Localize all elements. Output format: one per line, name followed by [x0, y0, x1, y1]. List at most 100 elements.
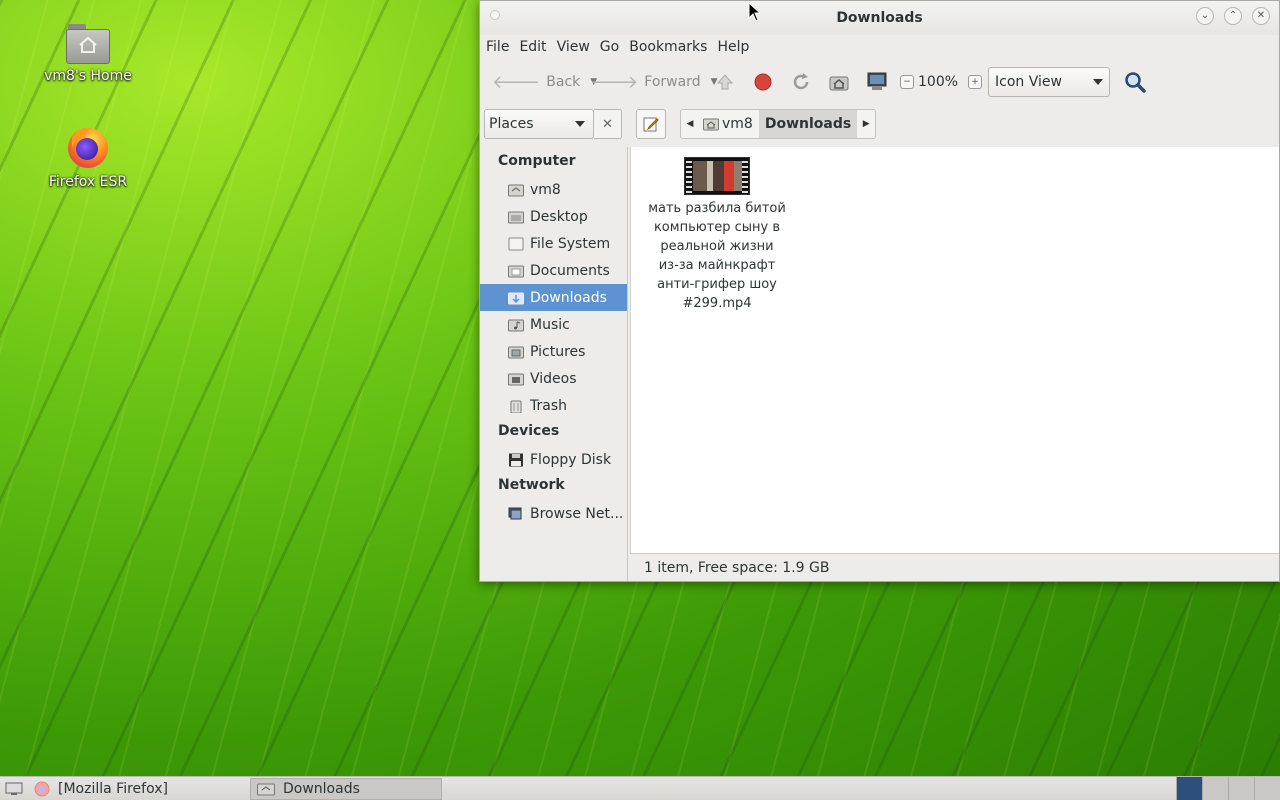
sidebar-item-label: File System — [530, 235, 611, 252]
stop-button[interactable] — [748, 66, 778, 98]
reload-button[interactable] — [786, 66, 816, 98]
sidebar-item-vm8[interactable]: vm8 — [480, 176, 627, 203]
sidebar-item-file-system[interactable]: File System — [480, 230, 627, 257]
task-label: Downloads — [283, 780, 360, 797]
sidebar-item-music[interactable]: Music — [480, 311, 627, 338]
task-label: [Mozilla Firefox] — [58, 780, 168, 797]
file-item[interactable]: мать разбила битой компьютер сыну в реал… — [643, 157, 791, 313]
up-button[interactable] — [710, 66, 740, 98]
zoom-level: 100% — [918, 74, 959, 90]
sidebar-item-label: Music — [530, 316, 570, 333]
workspace-3[interactable] — [1228, 777, 1254, 800]
sidebar-heading-network: Network — [498, 477, 565, 493]
sidebar-item-browse-network[interactable]: Browse Net... — [480, 500, 627, 527]
floppy-disk-icon — [509, 453, 523, 466]
chevron-down-icon — [1093, 79, 1104, 85]
sidebar-item-label: Documents — [530, 262, 610, 279]
back-button[interactable]: 🡐 Back ▼ — [486, 66, 597, 98]
home-folder-icon — [703, 118, 719, 131]
menu-file[interactable]: File — [482, 35, 513, 59]
forward-label: Forward — [644, 74, 701, 90]
window-title: Downloads — [836, 10, 923, 26]
file-view[interactable]: мать разбила битой компьютер сыну в реал… — [630, 147, 1279, 553]
sidebar-heading-computer: Computer — [498, 153, 576, 169]
sidebar-item-trash[interactable]: Trash — [480, 392, 627, 419]
mouse-cursor-icon — [748, 2, 760, 22]
chevron-down-icon — [575, 121, 585, 127]
location-bar: Places ✕ ◀ vm8 Downloads ▶ — [480, 105, 1279, 143]
menu-help[interactable]: Help — [713, 35, 753, 59]
firefox-icon — [64, 122, 112, 170]
sidebar-item-label: Trash — [530, 397, 567, 414]
search-icon — [1125, 72, 1146, 93]
music-folder-icon — [508, 319, 524, 331]
breadcrumb-scroll-right[interactable]: ▶ — [857, 110, 875, 138]
back-label: Back — [546, 74, 581, 90]
desktop-icon-label: vm8's Home — [44, 68, 132, 84]
zoom-in-button[interactable]: + — [968, 75, 983, 89]
menu-bookmarks[interactable]: Bookmarks — [625, 35, 711, 59]
trash-icon — [510, 400, 522, 413]
computer-button[interactable] — [862, 66, 892, 98]
sidebar-item-downloads[interactable]: Downloads — [480, 284, 627, 311]
task-firefox[interactable]: [Mozilla Firefox] — [28, 778, 250, 800]
close-side-pane-button[interactable]: ✕ — [594, 109, 622, 139]
status-bar: 1 item, Free space: 1.9 GB — [630, 553, 1279, 581]
sidebar-item-videos[interactable]: Videos — [480, 365, 627, 392]
close-button[interactable]: ✕ — [1252, 7, 1270, 25]
search-button[interactable] — [1120, 66, 1150, 98]
workspace-1[interactable] — [1176, 777, 1202, 800]
menu-view[interactable]: View — [553, 35, 594, 59]
network-icon — [508, 507, 522, 519]
content-area: Computer vm8 Desktop File System Documen… — [480, 147, 1279, 581]
folder-icon — [508, 211, 524, 223]
home-icon — [829, 76, 849, 91]
toggle-location-edit-button[interactable] — [636, 109, 666, 139]
sidebar-item-documents[interactable]: Documents — [480, 257, 627, 284]
show-desktop-button[interactable] — [0, 778, 28, 800]
sidebar-item-floppy-disk[interactable]: Floppy Disk — [480, 446, 627, 473]
file-name-line: из-за майнкрафт — [658, 258, 776, 273]
sidebar-item-label: Videos — [530, 370, 577, 387]
downloads-folder-icon — [508, 292, 524, 304]
home-folder-icon — [66, 24, 110, 64]
videos-folder-icon — [508, 373, 524, 385]
arrow-left-icon: 🡐 — [492, 71, 541, 93]
drive-icon — [508, 237, 524, 250]
breadcrumb-label: Downloads — [764, 116, 852, 132]
sidebar-item-label: Pictures — [530, 343, 586, 360]
view-mode-select[interactable]: Icon View — [988, 67, 1111, 97]
sidebar-item-label: Browse Net... — [530, 505, 624, 522]
toolbar: 🡐 Back ▼ 🡒 Forward ▼ − 100% + Icon View — [480, 59, 1279, 105]
file-name-line: анти-грифер шоу — [657, 277, 777, 292]
sidebar-item-pictures[interactable]: Pictures — [480, 338, 627, 365]
window-titlebar[interactable]: Downloads ⌄ ⌃ ✕ — [480, 1, 1279, 35]
maximize-button[interactable]: ⌃ — [1224, 7, 1242, 25]
sidebar-item-label: Downloads — [530, 289, 607, 306]
desktop-icon — [5, 782, 23, 795]
home-button[interactable] — [824, 66, 854, 98]
forward-button[interactable]: 🡒 Forward ▼ — [582, 66, 718, 98]
workspace-4[interactable] — [1254, 777, 1280, 800]
breadcrumb-scroll-left[interactable]: ◀ — [681, 110, 699, 138]
minimize-button[interactable]: ⌄ — [1196, 7, 1214, 25]
reload-icon — [793, 73, 809, 90]
zoom-out-button[interactable]: − — [900, 75, 914, 89]
menu-edit[interactable]: Edit — [515, 35, 550, 59]
workspace-2[interactable] — [1202, 777, 1228, 800]
menubar: File Edit View Go Bookmarks Help — [480, 35, 1279, 59]
file-name-line: #299.mp4 — [682, 296, 752, 311]
breadcrumb-item-vm8[interactable]: vm8 — [699, 110, 759, 138]
desktop-icon-firefox[interactable]: Firefox ESR — [28, 122, 148, 190]
desktop-icon-home[interactable]: vm8's Home — [28, 24, 148, 84]
file-name-line: компьютер сыну в — [653, 220, 781, 235]
stop-icon — [754, 73, 772, 91]
menu-go[interactable]: Go — [596, 35, 623, 59]
sidebar-item-desktop[interactable]: Desktop — [480, 203, 627, 230]
side-pane-select[interactable]: Places — [484, 109, 594, 139]
task-downloads[interactable]: Downloads — [250, 777, 442, 800]
breadcrumb: ◀ vm8 Downloads ▶ — [680, 109, 877, 139]
home-folder-icon — [508, 184, 524, 196]
breadcrumb-item-downloads[interactable]: Downloads — [758, 110, 858, 138]
side-pane-value: Places — [489, 116, 534, 132]
